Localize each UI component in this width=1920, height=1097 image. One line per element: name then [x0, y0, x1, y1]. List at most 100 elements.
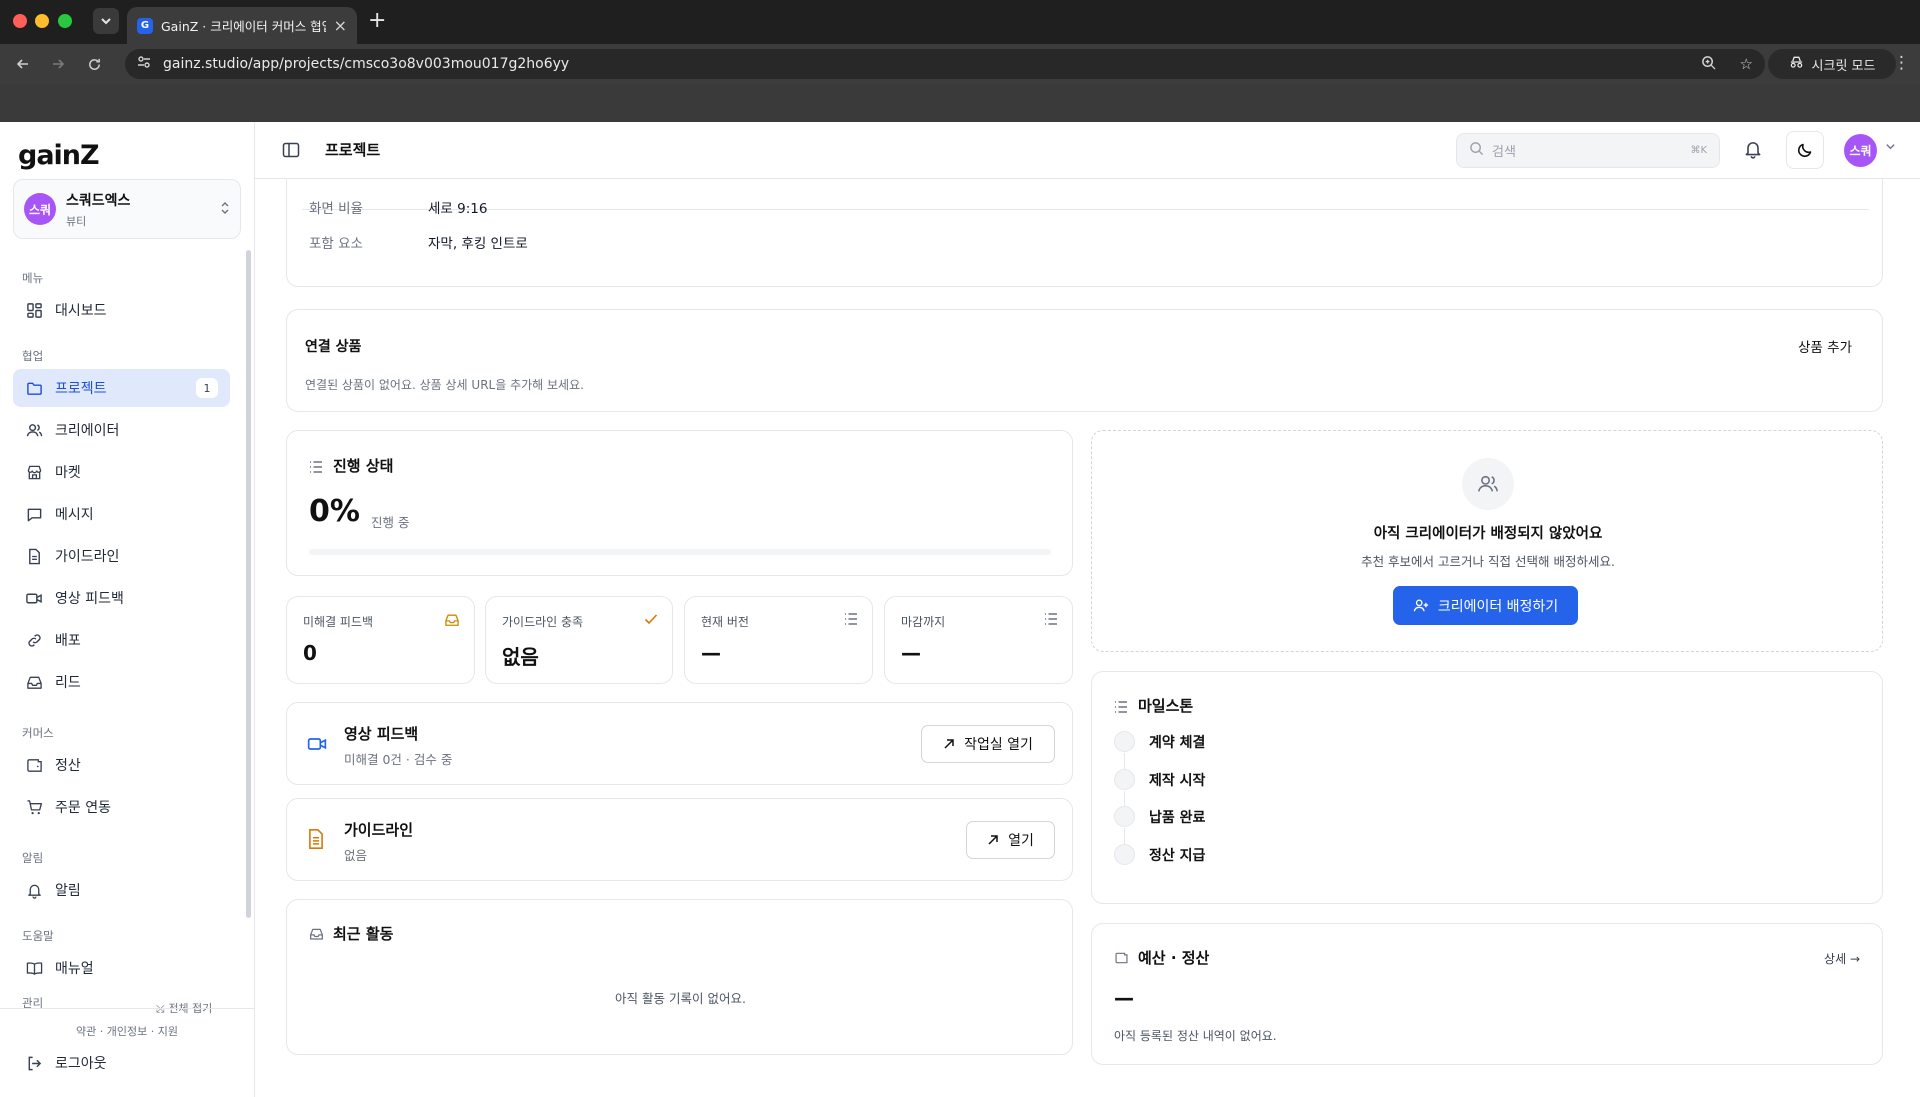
sidebar-item-guidelines[interactable]: 가이드라인 — [13, 537, 230, 575]
sidebar-item-manual[interactable]: 매뉴얼 — [13, 949, 230, 987]
sidebar-item-projects[interactable]: 프로젝트 1 — [13, 369, 230, 407]
add-product-button[interactable]: 상품 추가 — [1798, 336, 1852, 356]
search-placeholder: 검색 — [1492, 145, 1516, 160]
tab-search-button[interactable] — [93, 8, 119, 34]
video-icon — [25, 589, 43, 607]
address-bar[interactable]: gainz.studio/app/projects/cmsco3o8v003mo… — [125, 49, 1765, 79]
browser-tab[interactable]: G GainZ · 크리에이터 커머스 협업 C × — [127, 7, 357, 44]
chevron-down-icon[interactable] — [1885, 141, 1896, 155]
browser-menu-icon[interactable]: ⋮ — [1893, 53, 1910, 73]
guideline-title: 가이드라인 — [344, 821, 414, 839]
store-icon — [25, 463, 43, 481]
book-open-icon — [25, 959, 43, 977]
reload-button[interactable] — [82, 52, 106, 76]
window-maximize-button[interactable] — [58, 14, 72, 28]
sidebar-item-label: 매뉴얼 — [55, 961, 94, 977]
button-label: 크리에이터 배정하기 — [1437, 598, 1559, 615]
gainz-logo[interactable]: gainZ — [18, 140, 100, 171]
stat-label: 미해결 피드백 — [303, 615, 374, 629]
milestones-card: 마일스톤 계약 체결 제작 시작 납품 완료 정산 지급 — [1091, 671, 1883, 904]
search-icon — [1469, 141, 1484, 160]
incognito-label: 시크릿 모드 — [1811, 58, 1876, 74]
user-avatar[interactable]: 스쿼 — [1844, 134, 1877, 167]
footer-links[interactable]: 약관 · 개인정보 · 지원 — [0, 1023, 254, 1039]
sidebar-scrollbar[interactable] — [246, 250, 251, 918]
inbox-icon — [444, 613, 460, 631]
detail-row-included: 포함 요소 자막, 후킹 인트로 — [309, 232, 528, 252]
sidebar-item-video-feedback[interactable]: 영상 피드백 — [13, 579, 230, 617]
sidebar-item-label: 배포 — [55, 633, 81, 649]
zoom-icon[interactable] — [1701, 55, 1716, 74]
new-tab-button[interactable]: + — [368, 10, 386, 32]
reload-icon — [88, 58, 100, 70]
progress-track — [309, 549, 1051, 555]
progress-status: 진행 중 — [371, 515, 410, 530]
assign-creator-button[interactable]: 크리에이터 배정하기 — [1393, 586, 1578, 625]
button-label: 작업실 열기 — [964, 737, 1033, 753]
sidebar-item-label: 프로젝트 — [55, 381, 107, 397]
sidebar-item-label: 정산 — [55, 758, 81, 774]
search-input[interactable]: 검색 ⌘K — [1456, 133, 1720, 168]
linked-products-card: 연결 상품 상품 추가 연결된 상품이 없어요. 상품 상세 URL을 추가해 … — [286, 309, 1883, 412]
tab-close-icon[interactable]: × — [334, 17, 347, 34]
window-close-button[interactable] — [13, 14, 27, 28]
detail-row-aspect-ratio: 화면 비율 세로 9:16 — [309, 197, 487, 217]
creator-assign-title: 아직 크리에이터가 배정되지 않았어요 — [1373, 526, 1603, 542]
section-label-collab: 협업 — [22, 349, 44, 363]
link-icon — [25, 631, 43, 649]
sidebar-item-messages[interactable]: 메시지 — [13, 495, 230, 533]
inbox-icon — [25, 673, 43, 691]
theme-toggle-button[interactable] — [1786, 131, 1824, 169]
budget-card: 예산 · 정산 상세 → — 아직 등록된 정산 내역이 없어요. — [1091, 923, 1883, 1065]
sidebar-item-label: 가이드라인 — [55, 549, 120, 565]
topbar: 프로젝트 검색 ⌘K 스쿼 — [255, 122, 1920, 179]
sidebar: gainZ 스쿼 스쿼드엑스 뷰티 메뉴 대시보드 협업 프로젝트 1 크리에이… — [0, 122, 255, 1097]
arrow-left-icon — [16, 59, 28, 69]
wallet-icon — [25, 756, 43, 774]
page-title: 프로젝트 — [325, 141, 381, 159]
sidebar-item-label: 영상 피드백 — [55, 591, 124, 607]
logout-button[interactable]: 로그아웃 — [13, 1044, 230, 1082]
site-settings-icon[interactable] — [137, 55, 151, 73]
sidebar-item-settlement[interactable]: 정산 — [13, 746, 230, 784]
back-button[interactable] — [11, 52, 35, 76]
notification-bell-icon[interactable] — [1743, 139, 1765, 161]
guideline-card: 가이드라인 없음 열기 — [286, 798, 1073, 881]
app-root: gainZ 스쿼 스쿼드엑스 뷰티 메뉴 대시보드 협업 프로젝트 1 크리에이… — [0, 122, 1920, 1097]
sidebar-item-label: 알림 — [55, 883, 81, 899]
users-icon — [25, 421, 43, 439]
window-minimize-button[interactable] — [35, 14, 49, 28]
bookmark-star-icon[interactable]: ☆ — [1740, 55, 1753, 73]
sidebar-item-creators[interactable]: 크리에이터 — [13, 411, 230, 449]
count-badge: 1 — [196, 378, 218, 398]
milestone-dot — [1114, 806, 1135, 827]
stat-guideline-compliance: 가이드라인 충족 없음 — [485, 596, 673, 684]
logout-label: 로그아웃 — [55, 1056, 107, 1072]
sidebar-item-dashboard[interactable]: 대시보드 — [13, 291, 230, 329]
budget-value: — — [1114, 986, 1134, 1010]
sidebar-item-distribution[interactable]: 배포 — [13, 621, 230, 659]
log-out-icon — [25, 1054, 43, 1072]
budget-detail-link[interactable]: 상세 → — [1824, 950, 1860, 967]
open-workroom-button[interactable]: 작업실 열기 — [921, 725, 1055, 763]
workspace-category: 뷰티 — [66, 214, 87, 228]
sidebar-item-notifications[interactable]: 알림 — [13, 871, 230, 909]
workspace-switcher[interactable]: 스쿼 스쿼드엑스 뷰티 — [13, 179, 241, 239]
sidebar-item-leads[interactable]: 리드 — [13, 663, 230, 701]
open-guideline-button[interactable]: 열기 — [966, 821, 1055, 859]
sidebar-toggle-icon[interactable] — [281, 140, 301, 160]
arrow-up-right-icon — [944, 739, 954, 749]
list-icon — [309, 458, 323, 477]
milestone-label: 납품 완료 — [1149, 809, 1206, 826]
divider — [302, 209, 1869, 210]
video-feedback-title: 영상 피드백 — [344, 725, 419, 743]
folder-icon — [25, 379, 43, 397]
budget-title: 예산 · 정산 — [1138, 949, 1210, 967]
milestones-title: 마일스톤 — [1138, 697, 1194, 715]
forward-button[interactable] — [46, 52, 70, 76]
stat-label: 마감까지 — [901, 615, 946, 629]
incognito-indicator[interactable]: 시크릿 모드 — [1768, 49, 1896, 79]
milestone-item: 정산 지급 — [1114, 844, 1205, 865]
sidebar-item-market[interactable]: 마켓 — [13, 453, 230, 491]
sidebar-item-order-sync[interactable]: 주문 연동 — [13, 788, 230, 826]
